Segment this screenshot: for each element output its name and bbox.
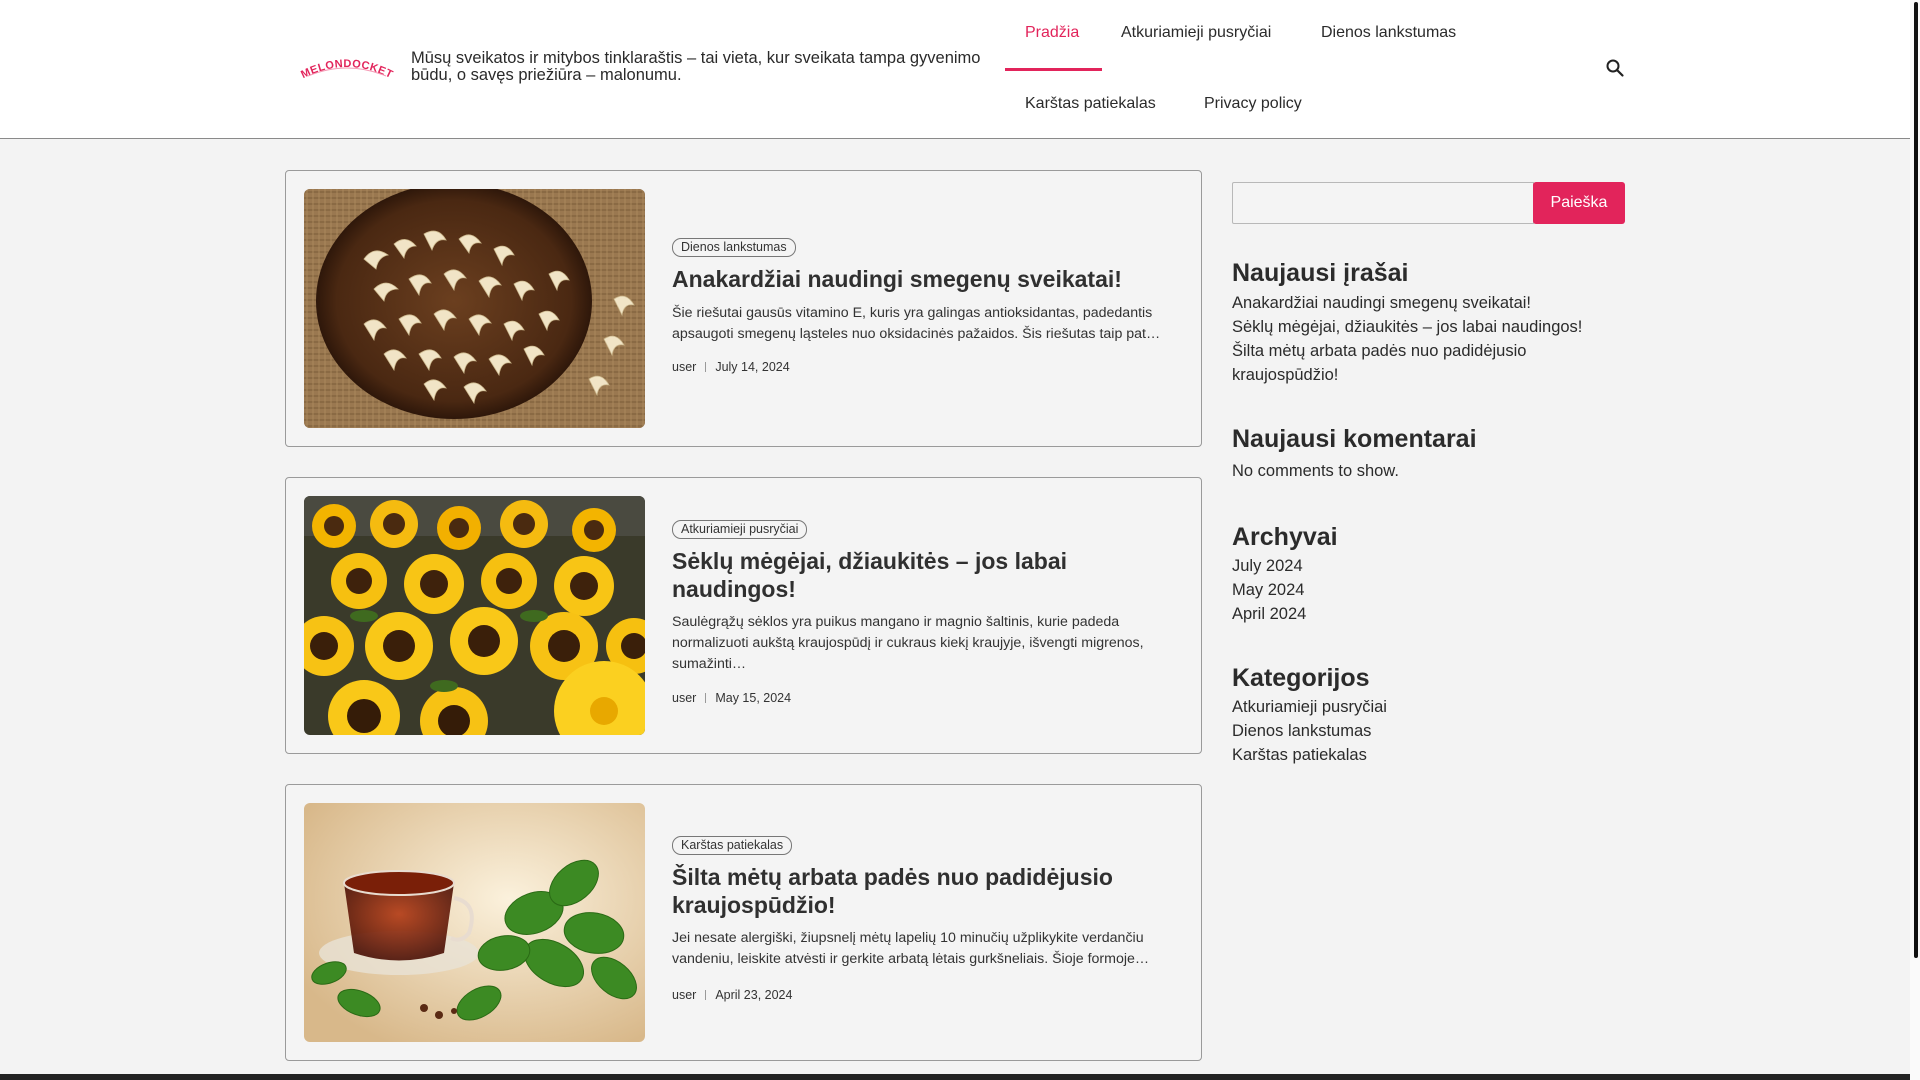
nav-item-dienos-lankstumas[interactable]: Dienos lankstumas (1321, 24, 1456, 42)
archives-list: July 2024 May 2024 April 2024 (1232, 554, 1632, 626)
site-logo[interactable]: MELONDOCKET (300, 54, 394, 82)
post-category-badge[interactable]: Karštas patiekalas (672, 836, 793, 855)
archive-link[interactable]: July 2024 (1232, 554, 1632, 578)
recent-post-link[interactable]: Sėklų mėgėjai, džiaukitės – jos labai na… (1232, 315, 1632, 339)
recent-post-link[interactable]: Anakardžiai naudingi smegenų sveikatai! (1232, 291, 1632, 315)
nav-item-privacy-policy[interactable]: Privacy policy (1204, 95, 1302, 113)
sidebar-search-input[interactable] (1232, 182, 1534, 224)
footer-edge (0, 1074, 1910, 1080)
post-title[interactable]: Šilta mėtų arbata padės nuo padidėjusio … (672, 863, 1192, 919)
post-date[interactable]: July 14, 2024 (715, 360, 789, 374)
post-author[interactable]: user (672, 360, 696, 374)
post-meta: user May 15, 2024 (672, 691, 791, 705)
post-category-badge[interactable]: Atkuriamieji pusryčiai (672, 520, 808, 539)
post-category-badge[interactable]: Dienos lankstumas (672, 238, 796, 257)
post-card: Dienos lankstumas Anakardžiai naudingi s… (285, 170, 1202, 447)
scrollbar-thumb[interactable] (1914, 2, 1918, 958)
post-title[interactable]: Anakardžiai naudingi smegenų sveikatai! (672, 265, 1192, 293)
sidebar-search-button[interactable]: Paieška (1533, 182, 1625, 224)
category-link[interactable]: Atkuriamieji pusryčiai (1232, 695, 1632, 719)
nav-item-pradzia[interactable]: Pradžia (1025, 24, 1079, 42)
categories-list: Atkuriamieji pusryčiai Dienos lankstumas… (1232, 695, 1632, 767)
post-date[interactable]: April 23, 2024 (715, 988, 792, 1002)
search-icon[interactable] (1605, 58, 1625, 78)
post-excerpt: Saulėgrąžų sėklos yra puikus mangano ir … (672, 614, 1144, 672)
post-meta: user July 14, 2024 (672, 360, 790, 374)
recent-comments-title: Naujausi komentarai (1232, 425, 1477, 453)
logo-text: MELONDOCKET (300, 58, 394, 81)
no-comments-text: No comments to show. (1232, 462, 1399, 480)
site-tagline: Mūsų sveikatos ir mitybos tinklaraštis –… (411, 49, 981, 84)
post-meta: user April 23, 2024 (672, 988, 792, 1002)
category-link[interactable]: Karštas patiekalas (1232, 743, 1632, 767)
svg-text:MELONDOCKET: MELONDOCKET (300, 58, 394, 81)
archive-link[interactable]: May 2024 (1232, 578, 1632, 602)
post-author[interactable]: user (672, 988, 696, 1002)
recent-posts-title: Naujausi įrašai (1232, 259, 1409, 287)
post-thumbnail-cashews[interactable] (304, 189, 645, 428)
recent-post-link[interactable]: Šilta mėtų arbata padės nuo padidėjusio … (1232, 339, 1632, 387)
post-thumbnail-sunflowers[interactable] (304, 496, 645, 735)
categories-title: Kategorijos (1232, 664, 1370, 692)
nav-item-karstas-patiekalas[interactable]: Karštas patiekalas (1025, 95, 1156, 113)
nav-item-atkuriamieji-pusryciai[interactable]: Atkuriamieji pusryčiai (1121, 24, 1271, 42)
post-excerpt: Jei nesate alergiški, žiupsnelį mėtų lap… (672, 930, 1150, 967)
post-thumbnail-mint-tea[interactable] (304, 803, 645, 1042)
post-author[interactable]: user (672, 691, 696, 705)
post-card: Karštas patiekalas Šilta mėtų arbata pad… (285, 784, 1202, 1061)
archives-title: Archyvai (1232, 523, 1338, 551)
archive-link[interactable]: April 2024 (1232, 602, 1632, 626)
post-excerpt: Šie riešutai gausūs vitamino E, kuris yr… (672, 305, 1161, 342)
site-header: MELONDOCKET Mūsų sveikatos ir mitybos ti… (0, 0, 1910, 139)
recent-posts-list: Anakardžiai naudingi smegenų sveikatai! … (1232, 291, 1632, 387)
post-title[interactable]: Sėklų mėgėjai, džiaukitės – jos labai na… (672, 547, 1192, 603)
nav-active-indicator (1005, 68, 1102, 71)
category-link[interactable]: Dienos lankstumas (1232, 719, 1632, 743)
post-card: Atkuriamieji pusryčiai Sėklų mėgėjai, dž… (285, 477, 1202, 754)
post-date[interactable]: May 15, 2024 (715, 691, 791, 705)
